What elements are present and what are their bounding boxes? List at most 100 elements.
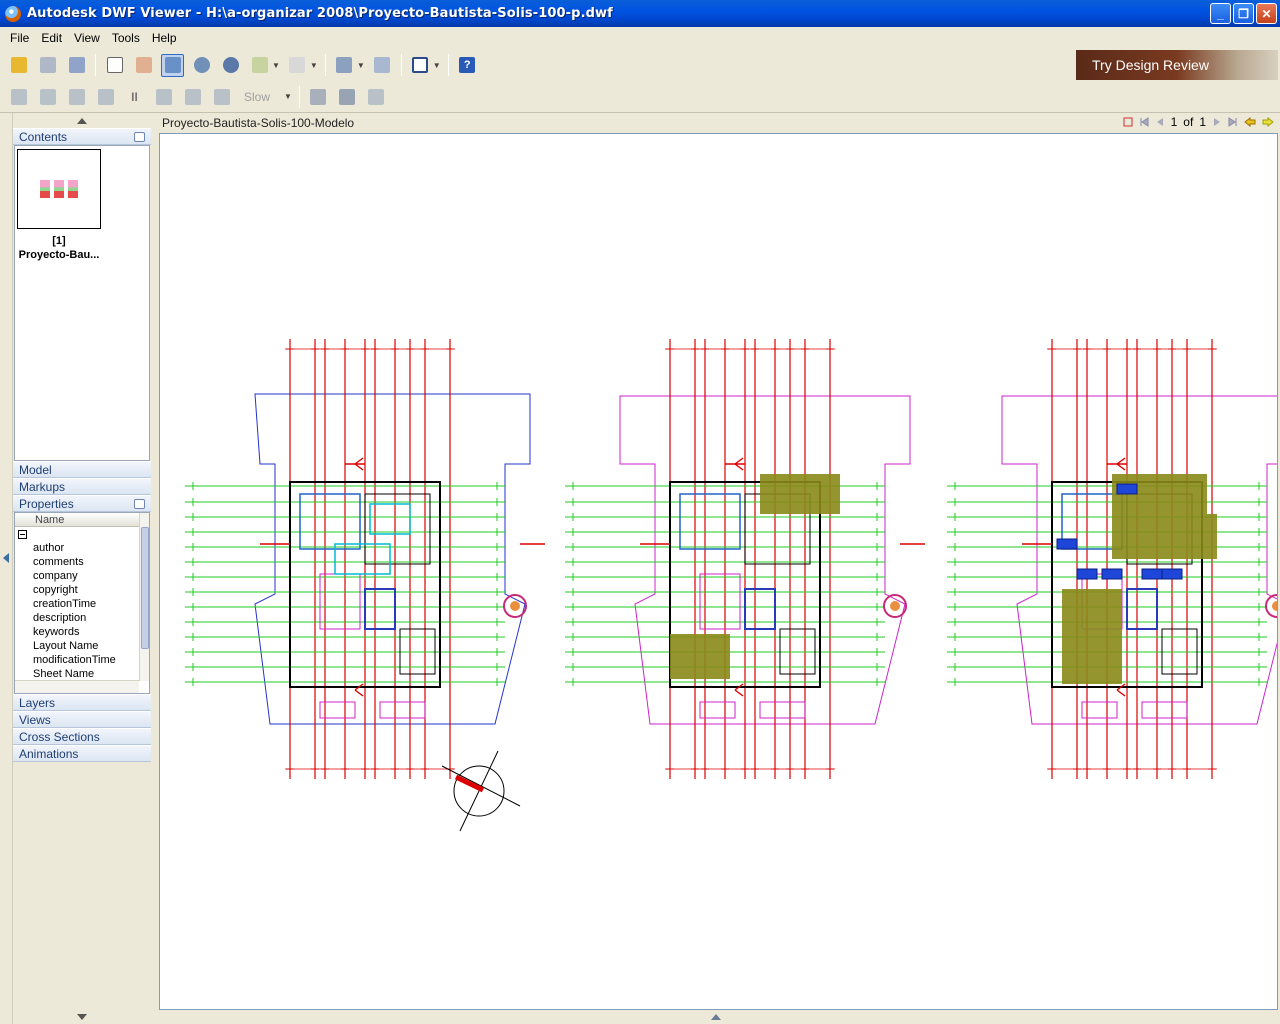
- try-design-review-banner[interactable]: Try Design Review: [1076, 50, 1278, 80]
- document-header: Proyecto-Bautista-Solis-100-Modelo 1 of …: [158, 113, 1280, 133]
- properties-header[interactable]: Properties: [13, 495, 151, 512]
- floor-plans-drawing[interactable]: [160, 134, 1278, 1010]
- arrow-pointer-icon: [106, 57, 123, 73]
- menu-tools[interactable]: Tools: [106, 31, 146, 45]
- contents-options-icon[interactable]: [134, 132, 145, 142]
- contents-header[interactable]: Contents: [13, 128, 151, 145]
- walk-button[interactable]: [286, 54, 309, 77]
- property-row[interactable]: comments: [15, 555, 149, 569]
- select-button[interactable]: [103, 54, 126, 77]
- help-icon: ?: [459, 57, 476, 73]
- zoom-window-icon: [222, 57, 239, 73]
- sheet-thumbnail-label[interactable]: [1] Proyecto-Bau...: [15, 234, 103, 262]
- cross-sections-header[interactable]: Cross Sections: [13, 728, 151, 745]
- print-button[interactable]: [36, 54, 59, 77]
- zoom-window-button[interactable]: [219, 54, 242, 77]
- display-mode-button[interactable]: [409, 54, 432, 77]
- collapse-icon[interactable]: [18, 530, 27, 539]
- step-forward-button[interactable]: [152, 85, 175, 108]
- model-header[interactable]: Model: [13, 461, 151, 478]
- first-page-icon[interactable]: [1139, 117, 1149, 127]
- expand-up-icon[interactable]: [710, 1014, 721, 1020]
- property-row[interactable]: creationTime: [15, 597, 149, 611]
- camera-button[interactable]: [336, 85, 359, 108]
- speed-select[interactable]: Slow: [244, 90, 286, 104]
- chevron-down-icon[interactable]: ▼: [310, 61, 318, 70]
- room-outline: [319, 573, 361, 630]
- last-page-icon[interactable]: [1228, 117, 1238, 127]
- stop-icon[interactable]: [1123, 117, 1133, 127]
- property-row[interactable]: company: [15, 569, 149, 583]
- panel-collapse-strip[interactable]: [0, 113, 13, 1024]
- chevron-down-icon[interactable]: ▼: [284, 92, 292, 101]
- current-page[interactable]: 1: [1171, 115, 1178, 129]
- play-back-button[interactable]: [65, 85, 88, 108]
- play-button[interactable]: [94, 85, 117, 108]
- help-button[interactable]: ?: [456, 54, 479, 77]
- views-header[interactable]: Views: [13, 711, 151, 728]
- print-preview-button[interactable]: [65, 54, 88, 77]
- menu-help[interactable]: Help: [146, 31, 183, 45]
- bottom-collapse-bar[interactable]: [151, 1010, 1280, 1024]
- maximize-button[interactable]: ❐: [1233, 3, 1254, 24]
- properties-vertical-scrollbar[interactable]: [139, 513, 149, 681]
- next-frame-icon: [184, 88, 201, 105]
- section-marker: [1107, 457, 1127, 471]
- forward-view-icon[interactable]: [1262, 117, 1274, 127]
- chevron-down-icon[interactable]: ▼: [433, 61, 441, 70]
- next-frame-button[interactable]: [181, 85, 204, 108]
- room-outline: [699, 573, 741, 630]
- property-row[interactable]: Sheet Name: [15, 667, 149, 681]
- minimize-button[interactable]: _: [1210, 3, 1231, 24]
- furniture: [369, 503, 411, 535]
- property-row[interactable]: copyright: [15, 583, 149, 597]
- thumbnail-plan: [40, 180, 50, 198]
- properties-column-header[interactable]: Name: [15, 513, 149, 527]
- last-frame-button[interactable]: [210, 85, 233, 108]
- drawing-canvas[interactable]: [159, 133, 1278, 1010]
- pan-zoom-button[interactable]: [161, 53, 184, 77]
- close-button[interactable]: ✕: [1256, 3, 1277, 24]
- view-cube-button[interactable]: [333, 54, 356, 77]
- prev-frame-button[interactable]: [36, 85, 59, 108]
- sheet-thumbnail[interactable]: [17, 149, 101, 229]
- panel-scroll-up[interactable]: [13, 113, 151, 128]
- tree-symbol: [890, 601, 900, 611]
- fit-to-window-button[interactable]: [371, 54, 394, 77]
- zoom-button[interactable]: [190, 54, 213, 77]
- properties-options-icon[interactable]: [134, 499, 145, 509]
- pan-button[interactable]: [132, 54, 155, 77]
- first-frame-button[interactable]: [7, 85, 30, 108]
- property-row[interactable]: description: [15, 611, 149, 625]
- scrollbar-thumb[interactable]: [141, 527, 149, 649]
- property-row[interactable]: keywords: [15, 625, 149, 639]
- property-row[interactable]: author: [15, 541, 149, 555]
- property-row[interactable]: Layout Name: [15, 639, 149, 653]
- sheet-name: Proyecto-Bautista-Solis-100-Modelo: [162, 116, 355, 130]
- chevron-down-icon[interactable]: ▼: [357, 61, 365, 70]
- property-row[interactable]: modificationTime: [15, 653, 149, 667]
- folder-open-icon: [10, 57, 27, 73]
- orbit-button[interactable]: [248, 54, 271, 77]
- properties-horizontal-scrollbar[interactable]: [15, 680, 139, 693]
- panel-scroll-down[interactable]: [13, 1009, 151, 1024]
- blue-block: [1161, 568, 1183, 580]
- animation-settings-button[interactable]: [307, 85, 330, 108]
- record-button[interactable]: [365, 85, 388, 108]
- markups-header[interactable]: Markups: [13, 478, 151, 495]
- chevron-down-icon[interactable]: ▼: [272, 61, 280, 70]
- menu-file[interactable]: File: [4, 31, 35, 45]
- previous-page-icon[interactable]: [1155, 117, 1165, 127]
- layers-header[interactable]: Layers: [13, 694, 151, 711]
- next-page-icon[interactable]: [1212, 117, 1222, 127]
- pause-button[interactable]: II: [123, 85, 146, 108]
- collapse-left-icon[interactable]: [3, 553, 9, 563]
- orbit-icon: [251, 57, 268, 73]
- separator: [298, 85, 300, 108]
- back-view-icon[interactable]: [1244, 117, 1256, 127]
- open-button[interactable]: [7, 54, 30, 77]
- menu-view[interactable]: View: [68, 31, 106, 45]
- menu-edit[interactable]: Edit: [35, 31, 68, 45]
- animations-header[interactable]: Animations: [13, 745, 151, 762]
- stair: [744, 588, 776, 630]
